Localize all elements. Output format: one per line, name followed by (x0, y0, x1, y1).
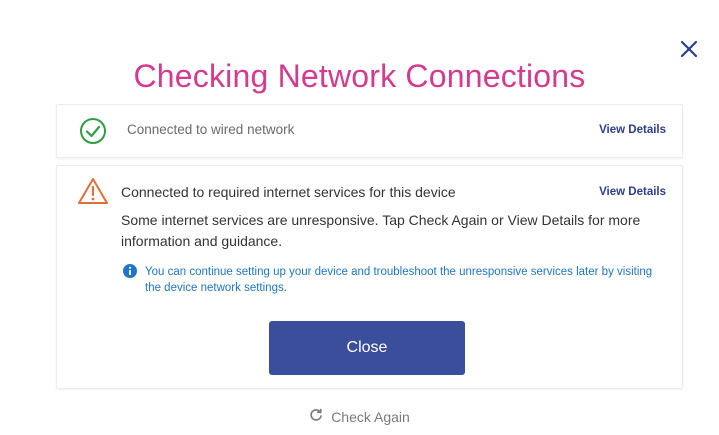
check-again-label: Check Again (331, 408, 410, 425)
warning-triangle-icon (77, 176, 109, 206)
info-icon (123, 264, 137, 278)
dialog-title: Checking Network Connections (133, 58, 586, 94)
view-details-link[interactable]: View Details (599, 124, 666, 136)
check-circle-icon (79, 117, 107, 145)
check-status-text: Connected to wired network (127, 122, 295, 137)
check-again-button[interactable]: Check Again (0, 408, 719, 425)
check-item-internet-services: Connected to required internet services … (56, 165, 683, 389)
check-status-text: Connected to required internet services … (121, 184, 456, 200)
view-details-link[interactable]: View Details (599, 186, 666, 198)
close-button[interactable]: Close (269, 321, 465, 375)
info-note-text: You can continue setting up your device … (145, 266, 653, 294)
network-check-dialog: Checking Network Connections Connected t… (0, 0, 719, 435)
refresh-icon (309, 408, 323, 425)
check-item-wired-network: Connected to wired network View Details (56, 104, 683, 158)
check-description: Some internet services are unresponsive.… (121, 212, 641, 249)
